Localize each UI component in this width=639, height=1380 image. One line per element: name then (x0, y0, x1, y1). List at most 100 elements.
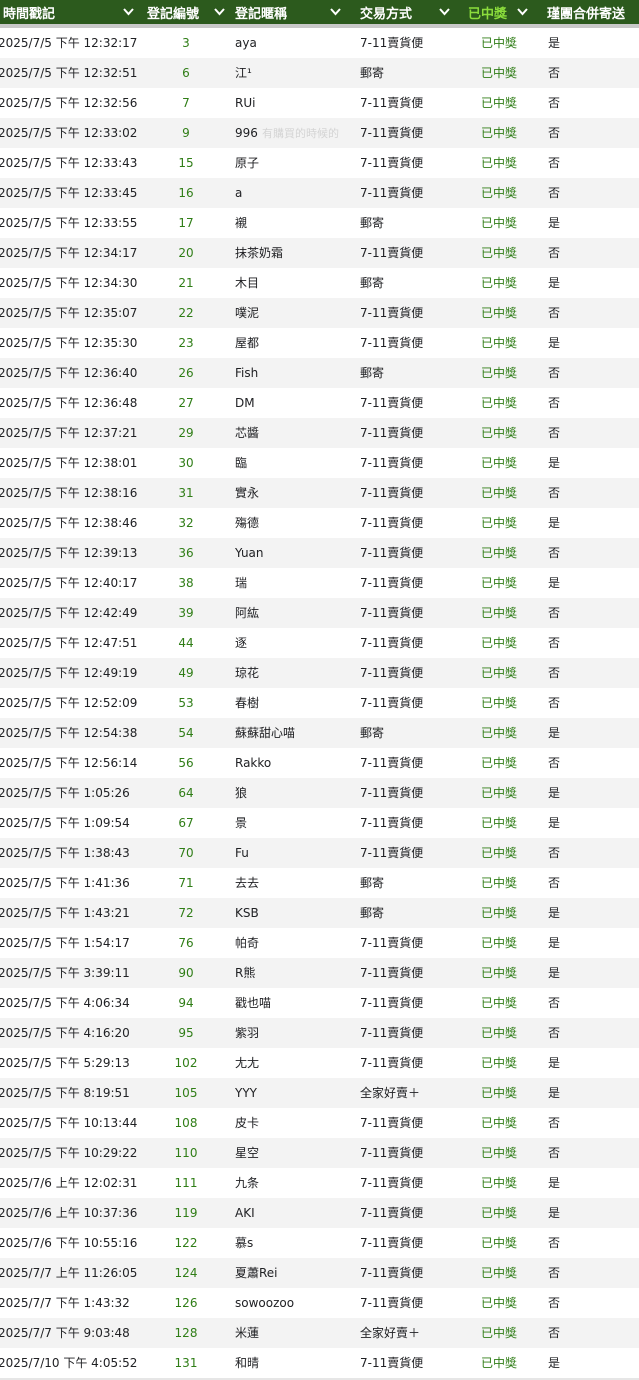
cell-nickname[interactable]: 狼 (235, 778, 247, 808)
cell-status[interactable]: 已中獎 (481, 928, 517, 958)
cell-method[interactable]: 7-11賣貨便 (360, 28, 423, 58)
cell-nickname[interactable]: Rakko (235, 748, 271, 778)
cell-nickname[interactable]: 抹茶奶霜 (235, 238, 283, 268)
cell-method[interactable]: 7-11賣貨便 (360, 148, 423, 178)
cell-method[interactable]: 7-11賣貨便 (360, 838, 423, 868)
cell-status[interactable]: 已中獎 (481, 1168, 517, 1198)
cell-id[interactable]: 95 (168, 1018, 204, 1048)
cell-merge[interactable]: 是 (548, 718, 560, 748)
cell-nickname[interactable]: 芯醬 (235, 418, 259, 448)
cell-status[interactable]: 已中獎 (481, 388, 517, 418)
cell-id[interactable]: 9 (168, 118, 204, 148)
cell-nickname[interactable]: sowoozoo (235, 1288, 294, 1318)
cell-status[interactable]: 已中獎 (481, 268, 517, 298)
cell-merge[interactable]: 否 (548, 1318, 560, 1348)
cell-merge[interactable]: 是 (548, 898, 560, 928)
cell-timestamp[interactable]: 2025/7/5 下午 1:09:54 (0, 808, 148, 838)
cell-method[interactable]: 7-11賣貨便 (360, 298, 423, 328)
cell-id[interactable]: 16 (168, 178, 204, 208)
cell-id[interactable]: 36 (168, 538, 204, 568)
table-row[interactable]: 2025/7/5 下午 12:37:21 29 芯醬 7-11賣貨便 已中獎 否 (0, 418, 639, 448)
cell-nickname[interactable]: YYY (235, 1078, 257, 1108)
table-row[interactable]: 2025/7/5 下午 4:06:34 94 戳也喵 7-11賣貨便 已中獎 否 (0, 988, 639, 1018)
cell-merge[interactable]: 是 (548, 928, 560, 958)
cell-merge[interactable]: 是 (548, 808, 560, 838)
cell-nickname[interactable]: 噗泥 (235, 298, 259, 328)
cell-nickname[interactable]: 夏蕭Rei (235, 1258, 278, 1288)
cell-merge[interactable]: 否 (548, 658, 560, 688)
cell-method[interactable]: 7-11賣貨便 (360, 1348, 423, 1378)
chevron-down-icon[interactable] (436, 4, 452, 20)
table-row[interactable]: 2025/7/5 下午 12:54:38 54 蘇蘇甜心喵 郵寄 已中獎 是 (0, 718, 639, 748)
cell-merge[interactable]: 否 (548, 748, 560, 778)
cell-method[interactable]: 郵寄 (360, 718, 384, 748)
cell-nickname[interactable]: a (235, 178, 242, 208)
cell-method[interactable]: 7-11賣貨便 (360, 598, 423, 628)
column-header-timestamp[interactable]: 時間戳記 (3, 0, 55, 24)
cell-status[interactable]: 已中獎 (481, 178, 517, 208)
cell-merge[interactable]: 是 (548, 28, 560, 58)
cell-timestamp[interactable]: 2025/7/5 下午 12:32:17 (0, 28, 148, 58)
cell-status[interactable]: 已中獎 (481, 358, 517, 388)
cell-method[interactable]: 7-11賣貨便 (360, 88, 423, 118)
cell-id[interactable]: 94 (168, 988, 204, 1018)
cell-timestamp[interactable]: 2025/7/5 下午 12:33:45 (0, 178, 148, 208)
cell-id[interactable]: 49 (168, 658, 204, 688)
cell-status[interactable]: 已中獎 (481, 508, 517, 538)
cell-nickname[interactable]: 九条 (235, 1168, 259, 1198)
cell-timestamp[interactable]: 2025/7/5 下午 12:47:51 (0, 628, 148, 658)
table-row[interactable]: 2025/7/5 下午 12:49:19 49 琼花 7-11賣貨便 已中獎 否 (0, 658, 639, 688)
cell-status[interactable]: 已中獎 (481, 1318, 517, 1348)
cell-status[interactable]: 已中獎 (481, 58, 517, 88)
cell-timestamp[interactable]: 2025/7/5 下午 10:13:44 (0, 1108, 148, 1138)
cell-merge[interactable]: 否 (548, 538, 560, 568)
cell-status[interactable]: 已中獎 (481, 778, 517, 808)
cell-timestamp[interactable]: 2025/7/5 下午 8:19:51 (0, 1078, 148, 1108)
cell-status[interactable]: 已中獎 (481, 568, 517, 598)
cell-method[interactable]: 7-11賣貨便 (360, 1168, 423, 1198)
cell-timestamp[interactable]: 2025/7/5 下午 1:05:26 (0, 778, 148, 808)
cell-timestamp[interactable]: 2025/7/7 下午 1:43:32 (0, 1288, 148, 1318)
cell-id[interactable]: 29 (168, 418, 204, 448)
cell-nickname[interactable]: R熊 (235, 958, 255, 988)
cell-id[interactable]: 32 (168, 508, 204, 538)
table-row[interactable]: 2025/7/5 下午 12:34:30 21 木目 郵寄 已中獎 是 (0, 268, 639, 298)
cell-nickname[interactable]: 去去 (235, 868, 259, 898)
table-row[interactable]: 2025/7/5 下午 12:35:30 23 屋都 7-11賣貨便 已中獎 是 (0, 328, 639, 358)
cell-method[interactable]: 郵寄 (360, 898, 384, 928)
cell-method[interactable]: 7-11賣貨便 (360, 1198, 423, 1228)
cell-merge[interactable]: 否 (548, 58, 560, 88)
cell-id[interactable]: 23 (168, 328, 204, 358)
cell-method[interactable]: 郵寄 (360, 268, 384, 298)
cell-status[interactable]: 已中獎 (481, 808, 517, 838)
cell-status[interactable]: 已中獎 (481, 868, 517, 898)
table-row[interactable]: 2025/7/5 下午 12:38:16 31 實永 7-11賣貨便 已中獎 否 (0, 478, 639, 508)
cell-method[interactable]: 7-11賣貨便 (360, 1228, 423, 1258)
cell-method[interactable]: 郵寄 (360, 58, 384, 88)
cell-nickname[interactable]: DM (235, 388, 255, 418)
cell-timestamp[interactable]: 2025/7/7 下午 9:03:48 (0, 1318, 148, 1348)
cell-nickname[interactable]: AKI (235, 1198, 255, 1228)
cell-status[interactable]: 已中獎 (481, 628, 517, 658)
cell-id[interactable]: 22 (168, 298, 204, 328)
cell-id[interactable]: 119 (168, 1198, 204, 1228)
cell-nickname[interactable]: 木目 (235, 268, 259, 298)
cell-nickname[interactable]: 蘇蘇甜心喵 (235, 718, 295, 748)
column-header-status[interactable]: 已中獎 (468, 0, 507, 24)
cell-id[interactable]: 128 (168, 1318, 204, 1348)
cell-id[interactable]: 124 (168, 1258, 204, 1288)
cell-method[interactable]: 7-11賣貨便 (360, 1288, 423, 1318)
table-row[interactable]: 2025/7/6 上午 12:02:31 111 九条 7-11賣貨便 已中獎 是 (0, 1168, 639, 1198)
cell-method[interactable]: 7-11賣貨便 (360, 958, 423, 988)
cell-nickname[interactable]: 逐 (235, 628, 247, 658)
cell-status[interactable]: 已中獎 (481, 988, 517, 1018)
cell-status[interactable]: 已中獎 (481, 28, 517, 58)
cell-status[interactable]: 已中獎 (481, 328, 517, 358)
cell-timestamp[interactable]: 2025/7/6 上午 10:37:36 (0, 1198, 148, 1228)
table-row[interactable]: 2025/7/5 下午 4:16:20 95 紫羽 7-11賣貨便 已中獎 否 (0, 1018, 639, 1048)
cell-timestamp[interactable]: 2025/7/5 下午 12:56:14 (0, 748, 148, 778)
cell-id[interactable]: 90 (168, 958, 204, 988)
cell-status[interactable]: 已中獎 (481, 688, 517, 718)
cell-id[interactable]: 108 (168, 1108, 204, 1138)
cell-status[interactable]: 已中獎 (481, 1228, 517, 1258)
